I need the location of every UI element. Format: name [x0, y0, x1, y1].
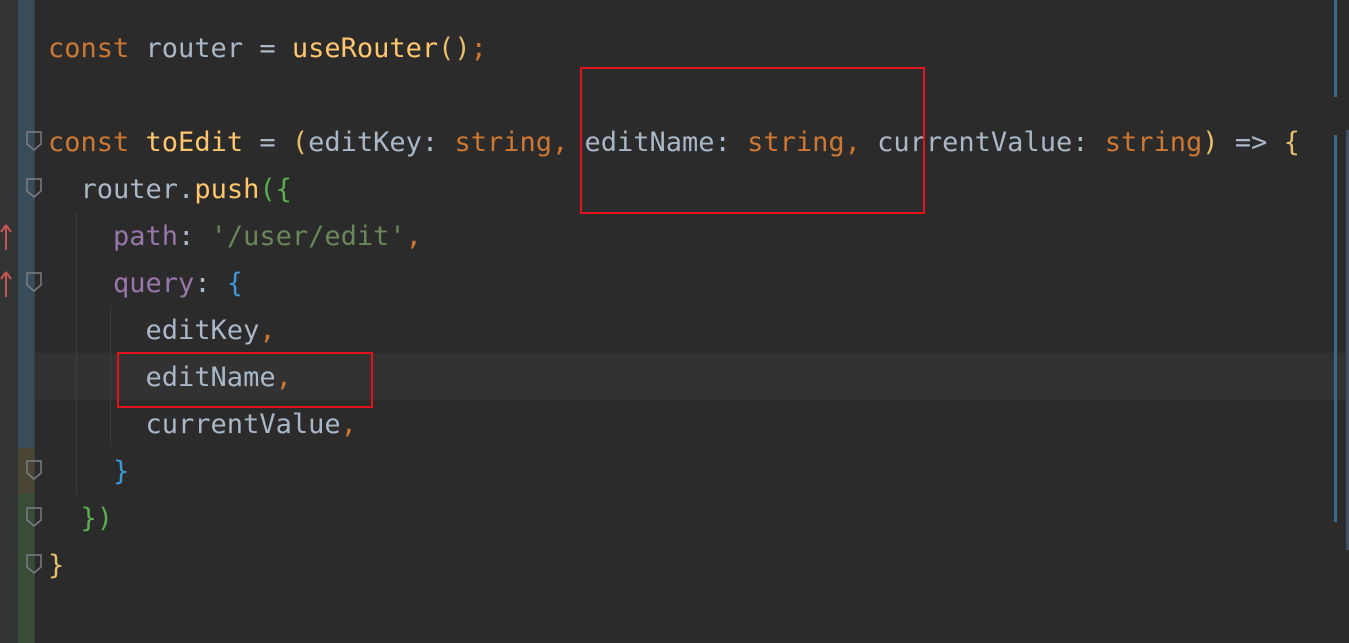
- code-token: editKey:: [308, 127, 455, 158]
- code-token: {: [1283, 127, 1300, 158]
- code-token: ,: [259, 315, 276, 346]
- code-token: toEdit: [145, 127, 244, 158]
- code-token: useRouter: [291, 33, 439, 64]
- fold-icon[interactable]: [25, 176, 43, 200]
- code-token: }: [80, 503, 97, 534]
- code-line[interactable]: }): [48, 495, 114, 542]
- code-line[interactable]: query: {: [48, 260, 243, 307]
- code-token: :: [178, 221, 211, 252]
- code-token: string: [1104, 127, 1203, 158]
- code-token: path: [113, 221, 179, 252]
- code-token: (: [259, 174, 276, 205]
- fold-icon[interactable]: [25, 270, 43, 294]
- highlight-box-query: [117, 352, 373, 408]
- code-token: {: [275, 174, 292, 205]
- code-token: ): [1202, 127, 1219, 158]
- fold-icon[interactable]: [25, 552, 43, 576]
- code-token: (: [291, 127, 309, 158]
- fold-icon[interactable]: [25, 129, 43, 153]
- code-token: push: [194, 174, 260, 205]
- code-line[interactable]: editKey,: [48, 307, 276, 354]
- change-arrow-icon[interactable]: [0, 223, 12, 250]
- code-token: const: [48, 127, 130, 158]
- code-line[interactable]: const router = useRouter();: [48, 25, 487, 72]
- highlight-box-param: [580, 67, 925, 214]
- gutter-border: [34, 0, 35, 643]
- code-token: query: [113, 268, 195, 299]
- code-line[interactable]: }: [48, 448, 129, 495]
- code-token: const: [48, 33, 130, 64]
- code-token: :: [194, 268, 227, 299]
- code-line[interactable]: router.push({: [48, 166, 292, 213]
- code-token: }: [113, 456, 130, 487]
- code-token: ;: [470, 33, 487, 64]
- code-token: {: [226, 268, 244, 299]
- code-line[interactable]: currentValue,: [48, 401, 357, 448]
- code-token: (): [438, 33, 471, 64]
- code-token: ): [96, 503, 114, 534]
- code-token: currentValue: [48, 409, 341, 440]
- code-token: editKey: [48, 315, 260, 346]
- code-token: string: [454, 127, 552, 158]
- change-arrow-icon[interactable]: [0, 270, 12, 297]
- code-token: =: [243, 127, 292, 158]
- code-token: =>: [1218, 127, 1284, 158]
- code-token: ,: [340, 409, 357, 440]
- code-token: ,: [405, 221, 422, 252]
- code-token: router.: [48, 174, 195, 205]
- editor-gutter: [0, 0, 35, 643]
- code-line[interactable]: }: [48, 542, 64, 589]
- code-token: '/user/edit': [210, 221, 406, 252]
- scrollbar-marker[interactable]: [1334, 0, 1337, 97]
- fold-icon[interactable]: [25, 458, 43, 482]
- fold-icon[interactable]: [25, 505, 43, 529]
- scrollbar-marker[interactable]: [1334, 135, 1337, 522]
- code-token: }: [48, 550, 65, 581]
- code-token: router =: [129, 33, 292, 64]
- code-line[interactable]: path: '/user/edit',: [48, 213, 422, 260]
- vcs-modified-marker[interactable]: [18, 0, 34, 448]
